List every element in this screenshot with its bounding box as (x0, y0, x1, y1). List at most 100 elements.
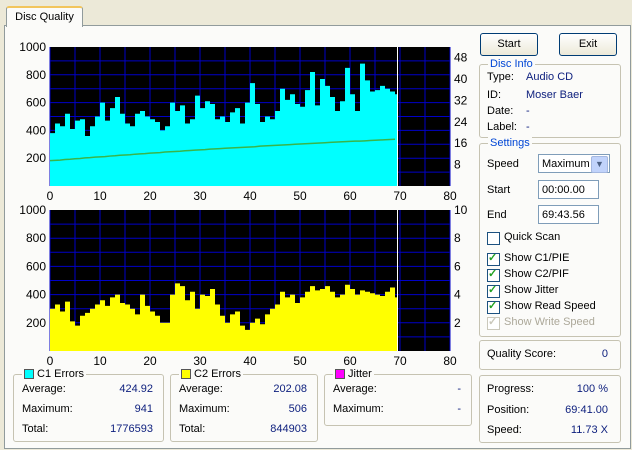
jitter-title-text: Jitter (348, 368, 372, 380)
progress-label: Progress: (487, 383, 535, 395)
c1-maximum-label: Maximum: (22, 403, 73, 415)
c2-errors-title: C2 Errors (179, 368, 244, 380)
jitter-color-swatch (335, 369, 345, 380)
c1-color-swatch (24, 369, 34, 380)
c1-total-value: 1776593 (110, 423, 153, 435)
show-jitter-label[interactable]: Show Jitter (504, 284, 558, 297)
y-tick-label-right: 48 (454, 51, 468, 65)
x-tick-label: 70 (393, 354, 407, 368)
read-speed-label: Speed: (487, 424, 522, 436)
disc-type-value: Audio CD (526, 71, 574, 83)
x-tick-label: 20 (143, 354, 157, 368)
x-tick-label: 60 (343, 354, 357, 368)
c2-maximum-label: Maximum: (179, 403, 230, 415)
show-c1-label[interactable]: Show C1/PIE (504, 252, 569, 265)
end-input[interactable]: 69:43.56 (538, 205, 599, 224)
y-tick-label-right: 2 (454, 316, 461, 330)
quality-score-label: Quality Score: (487, 348, 557, 360)
y-tick-label-left: 800 (26, 231, 46, 245)
x-tick-label: 0 (47, 354, 54, 368)
end-input-value: 69:43.56 (542, 209, 585, 221)
y-tick-label-right: 16 (454, 136, 468, 150)
y-tick-label-right: 40 (454, 72, 468, 86)
position-label: Position: (487, 404, 530, 416)
c2-errors-group: C2 Errors Average: 202.08 Maximum: 506 T… (170, 368, 318, 442)
y-tick-label-right: 8 (454, 231, 461, 245)
x-tick-label: 40 (243, 354, 257, 368)
c2-errors-chart: 10008006004002001086420 10 20 30 40 50 60 70 80 (19, 203, 468, 368)
chevron-down-icon[interactable]: ▼ (591, 156, 608, 173)
speed-label: Speed (487, 158, 519, 170)
settings-title: Settings (488, 137, 532, 149)
disc-info-title: Disc Info (488, 58, 535, 70)
jitter-maximum-value: - (457, 403, 461, 415)
c2-total-value: 844903 (270, 423, 307, 435)
c1-errors-title-text: C1 Errors (37, 368, 85, 380)
jitter-average-label: Average: (333, 383, 377, 395)
start-button[interactable]: Start (480, 33, 538, 56)
c2-errors-title-text: C2 Errors (194, 368, 242, 380)
c1-average-label: Average: (22, 383, 66, 395)
y-tick-label-left: 600 (26, 96, 46, 110)
y-tick-label-left: 400 (26, 288, 46, 302)
show-c2-label[interactable]: Show C2/PIF (504, 268, 569, 281)
jitter-title: Jitter (333, 368, 374, 380)
x-tick-label: 30 (193, 354, 207, 368)
quick-scan-label[interactable]: Quick Scan (504, 231, 560, 244)
speed-select-value: Maximum (542, 158, 590, 170)
show-read-speed-label[interactable]: Show Read Speed (504, 300, 596, 313)
y-tick-label-left: 800 (26, 68, 46, 82)
quality-score-value: 0 (601, 348, 608, 360)
settings-group: Settings Speed Maximum ▼ Start 00:00.00 … (479, 137, 621, 337)
y-tick-label-left: 400 (26, 123, 46, 137)
c1-errors-chart: 1000800600400200484032241680 10 20 30 40 50 60… (19, 40, 468, 203)
disc-date-label: Date: (487, 105, 514, 117)
y-tick-label-left: 1000 (19, 40, 46, 54)
y-tick-label-right: 10 (454, 203, 468, 217)
show-c2-checkbox[interactable] (487, 267, 500, 282)
disc-label-label: Label: (487, 121, 517, 133)
y-tick-label-right: 32 (454, 93, 468, 107)
quick-scan-checkbox[interactable] (487, 232, 500, 245)
c1-errors-group: C1 Errors Average: 424.92 Maximum: 941 T… (13, 368, 164, 442)
start-input-value: 00:00.00 (542, 184, 585, 196)
x-tick-label: 80 (443, 354, 457, 368)
show-read-speed-checkbox[interactable] (487, 299, 500, 314)
speed-select[interactable]: Maximum ▼ (538, 154, 610, 173)
x-tick-label: 10 (93, 354, 107, 368)
progress-group: Progress: 100 % Position: 69:41.00 Speed… (479, 375, 621, 443)
y-tick-label-left: 600 (26, 259, 46, 273)
c2-average-value: 202.08 (273, 383, 307, 395)
show-jitter-checkbox[interactable] (487, 283, 500, 298)
c2-maximum-value: 506 (288, 403, 307, 415)
y-tick-label-left: 200 (26, 316, 46, 330)
progress-value: 100 % (576, 383, 608, 395)
end-label: End (487, 209, 507, 221)
disc-date-value: - (526, 105, 530, 117)
c1-errors-title: C1 Errors (22, 368, 87, 380)
disc-id-label: ID: (487, 89, 502, 101)
y-tick-label-right: 4 (454, 288, 461, 302)
start-label: Start (487, 184, 511, 196)
c2-total-label: Total: (179, 423, 206, 435)
start-input[interactable]: 00:00.00 (538, 180, 599, 199)
show-write-speed-checkbox (487, 315, 500, 330)
c1-total-label: Total: (22, 423, 49, 435)
c2-color-swatch (181, 369, 191, 380)
show-write-speed-label: Show Write Speed (504, 316, 595, 328)
jitter-group: Jitter Average: - Maximum: - (324, 368, 472, 426)
tab-disc-quality[interactable]: Disc Quality (6, 6, 83, 27)
quality-score-group: Quality Score: 0 (479, 340, 621, 370)
c1-average-value: 424.92 (119, 383, 153, 395)
disc-label-value: - (526, 121, 530, 133)
exit-button[interactable]: Exit (559, 33, 617, 56)
position-value: 69:41.00 (565, 404, 608, 416)
c2-average-label: Average: (179, 383, 223, 395)
jitter-average-value: - (457, 383, 461, 395)
disc-info-group: Disc Info Type: Audio CD ID: Moser Baer … (479, 58, 621, 138)
disc-type-label: Type: (487, 71, 514, 83)
y-tick-label-left: 1000 (19, 203, 46, 217)
show-c1-checkbox[interactable] (487, 251, 500, 266)
disc-id-value: Moser Baer (526, 89, 583, 101)
y-tick-label-right: 24 (454, 115, 468, 129)
